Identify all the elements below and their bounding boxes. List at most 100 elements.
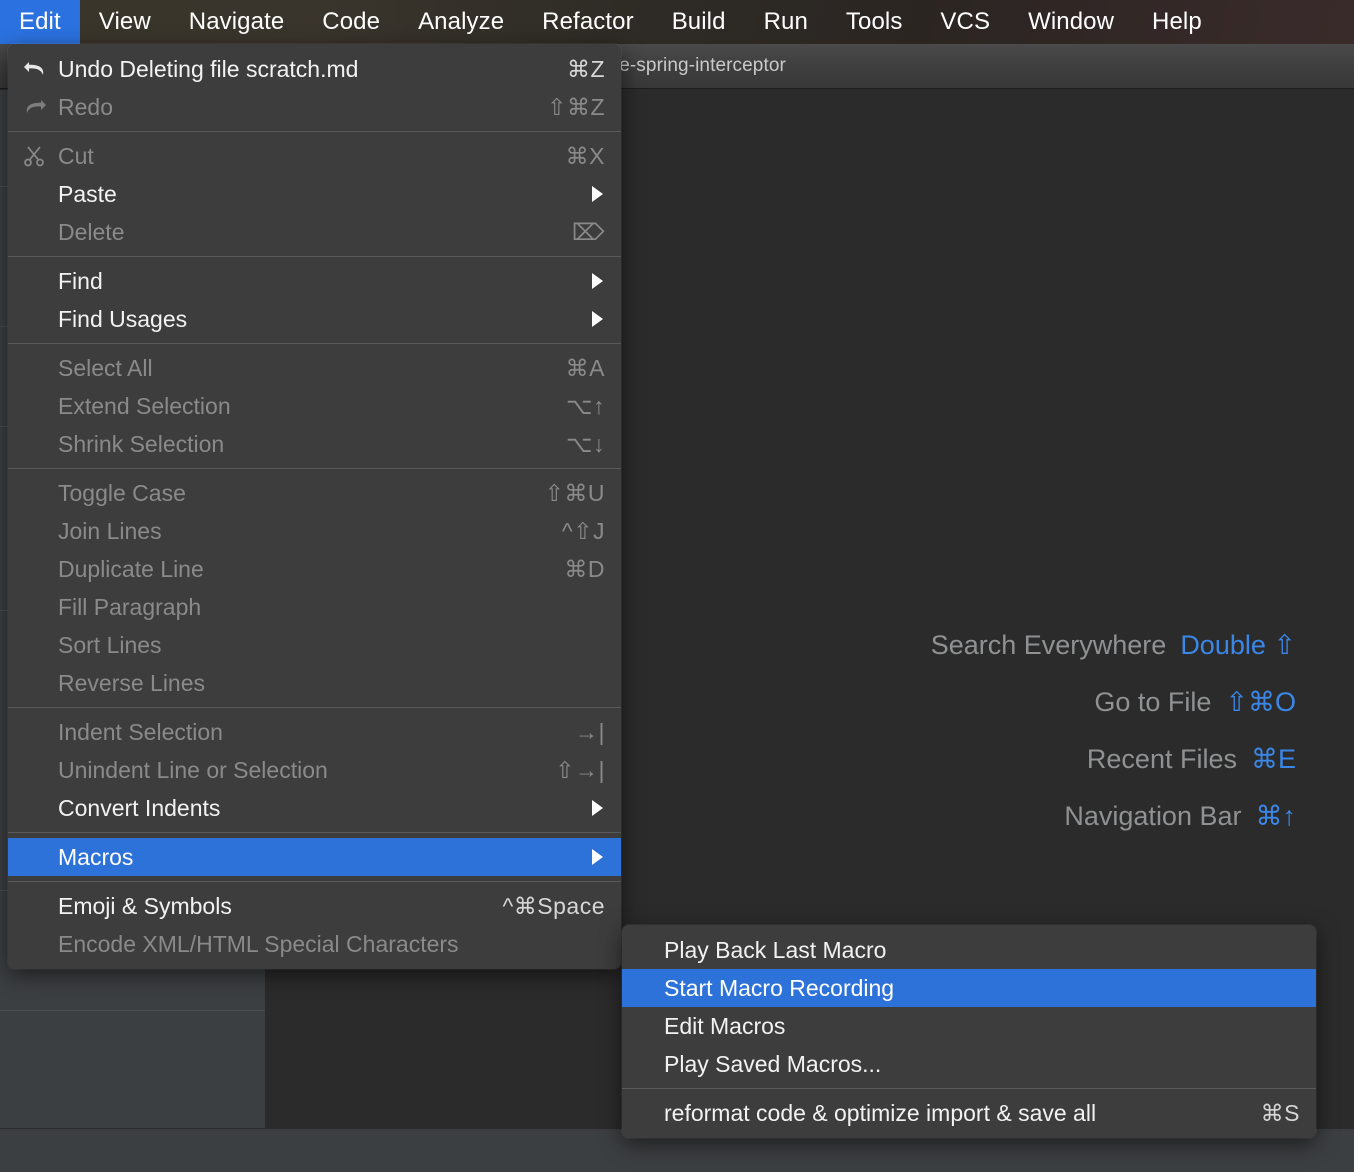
hint-row: Recent Files ⌘E — [1087, 744, 1296, 775]
menubar-item-run[interactable]: Run — [745, 0, 827, 44]
menu-separator — [8, 881, 621, 882]
menu-item-shortcut: ⌘D — [564, 555, 605, 582]
menu-item-label: Play Back Last Macro — [664, 936, 887, 963]
hint-label: Go to File — [1094, 687, 1212, 717]
menubar-item-navigate[interactable]: Navigate — [170, 0, 304, 44]
menubar-item-label: Refactor — [542, 8, 634, 35]
menu-item-label: Toggle Case — [58, 479, 186, 506]
menu-item-reformat-code-optimize-import-save-all[interactable]: reformat code & optimize import & save a… — [622, 1094, 1316, 1132]
menu-item-edit-macros[interactable]: Edit Macros — [622, 1007, 1316, 1045]
menubar-item-label: Help — [1152, 8, 1202, 35]
menubar-item-analyze[interactable]: Analyze — [399, 0, 523, 44]
menu-item-label: Unindent Line or Selection — [58, 756, 328, 783]
menu-item-sort-lines: Sort Lines — [8, 626, 621, 664]
submenu-arrow-icon — [592, 849, 603, 865]
menubar-item-vcs[interactable]: VCS — [921, 0, 1009, 44]
hint-shortcut: Double ⇧ — [1180, 630, 1296, 660]
menu-item-shortcut: ⌥↑ — [565, 392, 605, 419]
menubar-item-label: Edit — [19, 8, 61, 35]
menubar-item-label: Build — [671, 8, 726, 35]
menu-item-label: Cut — [58, 142, 94, 169]
menu-item-undo-deleting-file-scratch-md[interactable]: Undo Deleting file scratch.md ⌘Z — [8, 50, 621, 88]
menu-item-label: Extend Selection — [58, 392, 231, 419]
menu-item-emoji-symbols[interactable]: Emoji & Symbols ^⌘Space — [8, 887, 621, 925]
menubar-item-tools[interactable]: Tools — [827, 0, 922, 44]
menu-item-shortcut: ⌦ — [571, 218, 605, 245]
menubar-item-help[interactable]: Help — [1133, 0, 1221, 44]
menu-item-find-usages[interactable]: Find Usages — [8, 300, 621, 338]
menubar-item-refactor[interactable]: Refactor — [523, 0, 653, 44]
scissors-icon — [22, 143, 48, 169]
menu-item-toggle-case: Toggle Case ⇧⌘U — [8, 474, 621, 512]
menu-bar: Edit View Navigate Code Analyze Refactor Build… — [0, 0, 1354, 44]
menu-item-label: Duplicate Line — [58, 555, 204, 582]
menu-item-label: Shrink Selection — [58, 430, 225, 457]
menu-item-shortcut: ⌥↓ — [565, 430, 605, 457]
menu-item-label: Find Usages — [58, 305, 188, 332]
hint-label: Navigation Bar — [1064, 801, 1242, 831]
menu-item-label: Reverse Lines — [58, 669, 206, 696]
menu-item-redo: Redo ⇧⌘Z — [8, 88, 621, 126]
menu-item-label: Paste — [58, 180, 117, 207]
submenu-arrow-icon — [592, 311, 603, 327]
menu-item-extend-selection: Extend Selection ⌥↑ — [8, 387, 621, 425]
menubar-item-edit[interactable]: Edit — [0, 0, 80, 44]
menu-item-play-saved-macros[interactable]: Play Saved Macros... — [622, 1045, 1316, 1083]
menu-item-label: Redo — [58, 93, 113, 120]
menu-item-shortcut: ^⇧J — [561, 517, 605, 544]
menubar-item-view[interactable]: View — [80, 0, 170, 44]
menu-item-label: Play Saved Macros... — [664, 1050, 882, 1077]
menu-item-convert-indents[interactable]: Convert Indents — [8, 789, 621, 827]
editor-shortcut-hints: Search Everywhere Double ⇧ Go to File ⇧⌘… — [931, 630, 1296, 832]
menu-item-shortcut: →| — [575, 718, 605, 745]
menu-item-play-back-last-macro[interactable]: Play Back Last Macro — [622, 931, 1316, 969]
panel-divider — [0, 1010, 265, 1011]
menu-item-shortcut: ^⌘Space — [502, 892, 605, 919]
menu-item-paste[interactable]: Paste — [8, 175, 621, 213]
menu-item-select-all: Select All ⌘A — [8, 349, 621, 387]
menu-item-shortcut: ⌘A — [565, 354, 605, 381]
menu-item-find[interactable]: Find — [8, 262, 621, 300]
menubar-item-label: Code — [322, 8, 381, 35]
menubar-item-label: Run — [763, 8, 808, 35]
menu-item-label: Edit Macros — [664, 1012, 786, 1039]
menu-item-label: Fill Paragraph — [58, 593, 202, 620]
menubar-item-window[interactable]: Window — [1009, 0, 1133, 44]
hint-row: Search Everywhere Double ⇧ — [931, 630, 1296, 661]
menu-item-label: Start Macro Recording — [664, 974, 895, 1001]
menu-item-label: Sort Lines — [58, 631, 162, 658]
undo-icon — [22, 56, 48, 82]
menu-item-delete: Delete ⌦ — [8, 213, 621, 251]
menu-item-join-lines: Join Lines ^⇧J — [8, 512, 621, 550]
menu-separator — [8, 832, 621, 833]
hint-row: Navigation Bar ⌘↑ — [1064, 801, 1296, 832]
menu-item-fill-paragraph: Fill Paragraph — [8, 588, 621, 626]
menu-item-shortcut: ⇧→| — [555, 756, 605, 783]
menu-item-label: Join Lines — [58, 517, 162, 544]
hint-label: Recent Files — [1086, 744, 1237, 774]
menubar-item-code[interactable]: Code — [303, 0, 399, 44]
edit-menu-dropdown: Undo Deleting file scratch.md ⌘Z Redo ⇧⌘Z Cu… — [8, 44, 621, 969]
menu-item-reverse-lines: Reverse Lines — [8, 664, 621, 702]
macros-submenu-dropdown: Play Back Last Macro Start Macro Recordin… — [622, 925, 1316, 1138]
menu-separator — [8, 343, 621, 344]
menu-item-label: Encode XML/HTML Special Characters — [58, 930, 459, 957]
menu-item-cut: Cut ⌘X — [8, 137, 621, 175]
menu-item-shortcut: ⌘S — [1260, 1099, 1300, 1126]
menubar-item-label: Window — [1028, 8, 1115, 35]
menu-item-label: Delete — [58, 218, 125, 245]
menu-item-label: Undo Deleting file scratch.md — [58, 55, 359, 82]
menu-item-start-macro-recording[interactable]: Start Macro Recording — [622, 969, 1316, 1007]
menu-item-macros[interactable]: Macros — [8, 838, 621, 876]
menu-item-label: reformat code & optimize import & save a… — [664, 1099, 1097, 1126]
menubar-item-build[interactable]: Build — [653, 0, 745, 44]
menu-item-shortcut: ⇧⌘U — [544, 479, 605, 506]
menu-item-label: Find — [58, 267, 103, 294]
menubar-item-label: VCS — [940, 8, 991, 35]
menu-item-label: Emoji & Symbols — [58, 892, 232, 919]
menu-item-shortcut: ⌘Z — [566, 55, 605, 82]
hint-shortcut: ⌘↑ — [1255, 801, 1297, 831]
menu-item-shortcut: ⌘X — [565, 142, 605, 169]
menubar-item-label: View — [98, 8, 151, 35]
menu-separator — [8, 256, 621, 257]
